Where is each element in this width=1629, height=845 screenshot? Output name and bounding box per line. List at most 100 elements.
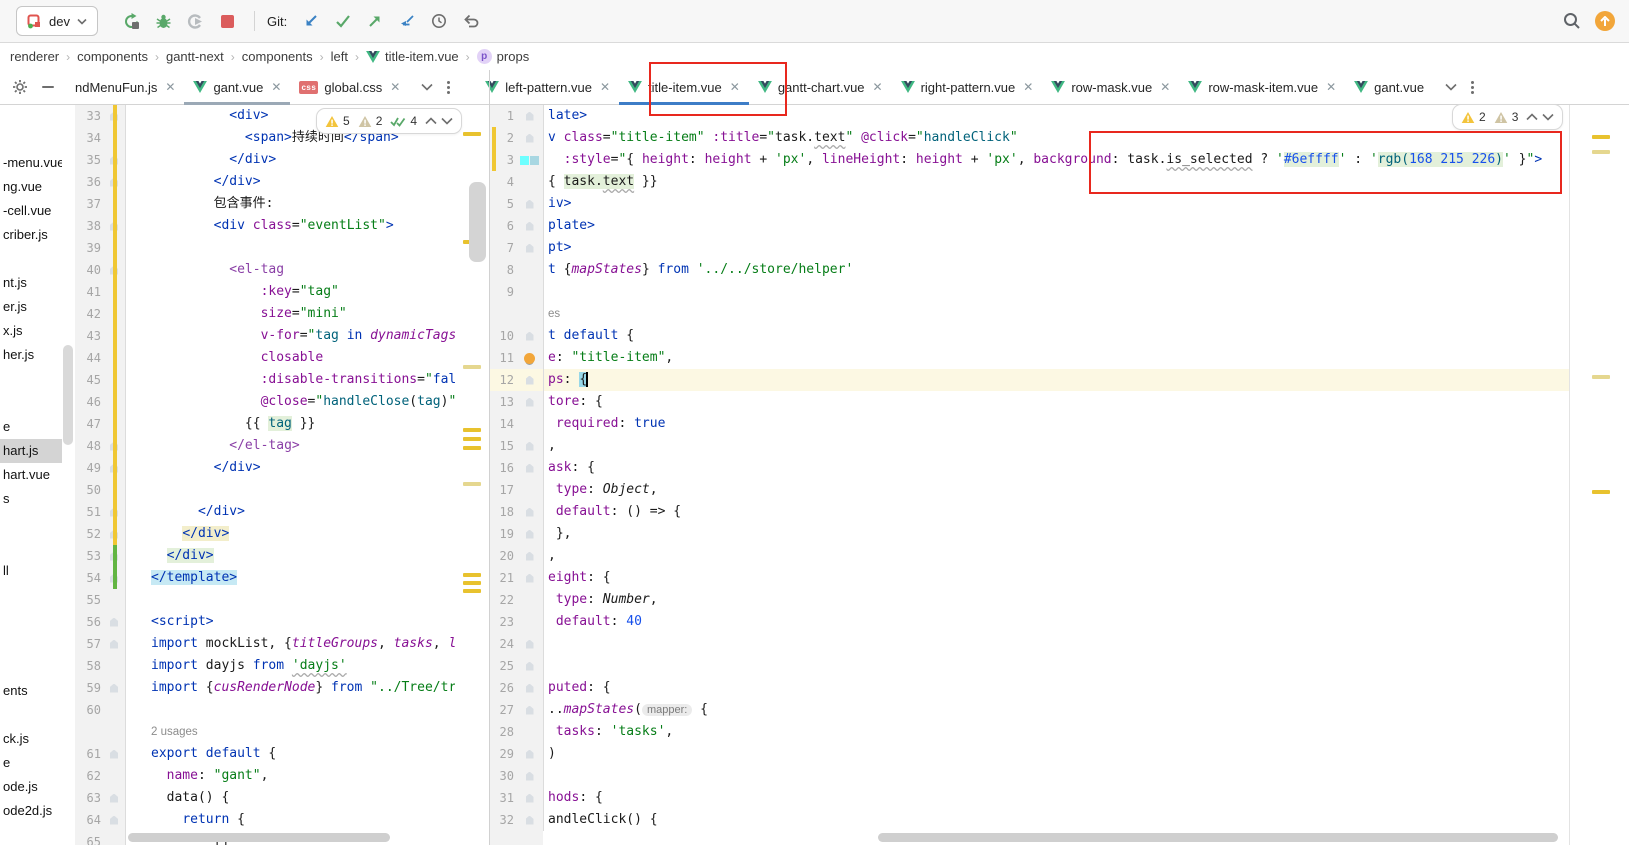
fold-marker-icon[interactable] [526,574,534,583]
sidebar-scrollbar[interactable] [63,345,73,445]
code-text[interactable]: iv> [543,193,1569,215]
fold-marker-icon[interactable] [110,684,118,693]
code-line[interactable]: 25 [490,655,1569,677]
fold-marker-icon[interactable] [526,244,534,253]
close-icon[interactable]: ✕ [271,80,281,94]
close-icon[interactable]: ✕ [1326,80,1336,94]
git-update-icon[interactable] [297,7,325,35]
code-line[interactable]: 19 }, [490,523,1569,545]
tree-item-ode2djs[interactable]: ode2d.js [0,799,62,823]
code-line[interactable]: 41 :key="tag" [75,281,455,303]
tree-item-ckjs[interactable]: ck.js [0,727,62,751]
code-line[interactable]: 24 [490,633,1569,655]
code-line[interactable]: 43 v-for="tag in dynamicTags" [75,325,455,347]
line-number[interactable]: 60 [75,699,103,721]
tree-item-hartvue[interactable]: hart.vue [0,463,62,487]
code-text[interactable]: ..mapStates(mapper: { [543,699,1569,721]
close-icon[interactable]: ✕ [873,80,883,94]
chevron-down-icon[interactable] [421,83,433,91]
code-line[interactable]: 5 iv> [490,193,1569,215]
code-text[interactable]: {{ tag }} [125,413,455,435]
code-text[interactable]: required: true [543,413,1569,435]
code-line[interactable]: 64 return { [75,809,455,831]
code-line[interactable]: 27..mapStates(mapper: { [490,699,1569,721]
tree-item-hartjs[interactable]: hart.js [0,439,62,463]
code-line[interactable]: 22 type: Number, [490,589,1569,611]
code-text[interactable]: </div> [125,149,455,171]
more-options-icon[interactable] [447,81,450,94]
code-line[interactable]: 13tore: { [490,391,1569,413]
code-line[interactable]: 23 default: 40 [490,611,1569,633]
code-line[interactable]: 58import dayjs from 'dayjs' [75,655,455,677]
code-text[interactable]: <el-tag [125,259,455,281]
line-number[interactable]: 51 [75,501,103,523]
line-number[interactable]: 44 [75,347,103,369]
debug-icon[interactable] [150,7,178,35]
fold-marker-icon[interactable] [110,618,118,627]
code-line[interactable]: 52 </div> [75,523,455,545]
code-line[interactable]: 48 </el-tag> [75,435,455,457]
code-text[interactable] [543,281,1569,303]
color-swatch[interactable] [530,156,539,165]
hide-icon[interactable] [42,86,54,88]
code-text[interactable]: @close="handleClose(tag)"> [125,391,455,413]
fold-marker-icon[interactable] [110,794,118,803]
stripe-mark[interactable] [463,437,481,441]
code-text[interactable]: <script> [125,611,455,633]
code-text[interactable]: </div> [125,501,455,523]
line-number[interactable]: 40 [75,259,103,281]
line-number[interactable]: 33 [75,105,103,127]
fold-marker-icon[interactable] [110,750,118,759]
line-number[interactable]: 5 [490,193,516,215]
code-text[interactable]: :disable-transitions="false" [125,369,455,391]
stripe-mark[interactable] [463,132,481,136]
gear-icon[interactable] [12,79,28,95]
code-line[interactable]: 62 name: "gant", [75,765,455,787]
breadcrumb-item[interactable]: components [238,48,317,65]
color-swatch[interactable] [520,156,529,165]
code-line[interactable]: 26puted: { [490,677,1569,699]
stripe-mark[interactable] [1592,375,1610,379]
code-text[interactable]: , [543,435,1569,457]
code-text[interactable]: }, [543,523,1569,545]
code-text[interactable]: </div> [125,523,455,545]
line-number[interactable]: 21 [490,567,516,589]
line-number[interactable]: 57 [75,633,103,655]
fold-marker-icon[interactable] [526,772,534,781]
code-line[interactable]: 36 </div> [75,171,455,193]
code-text[interactable]: plate> [543,215,1569,237]
code-text[interactable]: name: "gant", [125,765,455,787]
inspections-widget[interactable]: 23 [1452,104,1563,130]
line-number[interactable]: 50 [75,479,103,501]
tab-gant-vue[interactable]: gant.vue✕ [184,70,290,104]
line-number[interactable]: 26 [490,677,516,699]
tree-item-criberjs[interactable]: criber.js [0,223,62,247]
line-number[interactable]: 43 [75,325,103,347]
line-number[interactable]: 38 [75,215,103,237]
right-error-stripe[interactable] [1569,105,1629,845]
close-icon[interactable]: ✕ [165,80,175,94]
code-text[interactable]: :key="tag" [125,281,455,303]
line-number[interactable]: 59 [75,677,103,699]
tree-item-menuvue[interactable]: -menu.vue [0,151,62,175]
fold-marker-icon[interactable] [526,794,534,803]
code-line[interactable]: 39 [75,237,455,259]
code-line[interactable]: 46 @close="handleClose(tag)"> [75,391,455,413]
code-line[interactable]: 6plate> [490,215,1569,237]
stripe-mark[interactable] [463,482,481,486]
line-number[interactable]: 16 [490,457,516,479]
code-text[interactable]: import mockList, {titleGroups, tasks, li… [125,633,455,655]
left-error-stripe[interactable] [455,105,489,845]
line-number[interactable]: 1 [490,105,516,127]
code-line[interactable]: 55 [75,589,455,611]
tab-row-mask-item-vue[interactable]: row-mask-item.vue✕ [1179,70,1345,104]
line-number[interactable]: 30 [490,765,516,787]
fold-marker-icon[interactable] [526,508,534,517]
horizontal-scrollbar[interactable] [128,833,390,842]
tab-right-pattern-vue[interactable]: right-pattern.vue✕ [892,70,1043,104]
close-icon[interactable]: ✕ [390,80,400,94]
code-line[interactable]: 11e: "title-item", [490,347,1569,369]
code-line[interactable]: 40 <el-tag [75,259,455,281]
code-line[interactable]: 10t default { [490,325,1569,347]
code-line[interactable]: 9 [490,281,1569,303]
